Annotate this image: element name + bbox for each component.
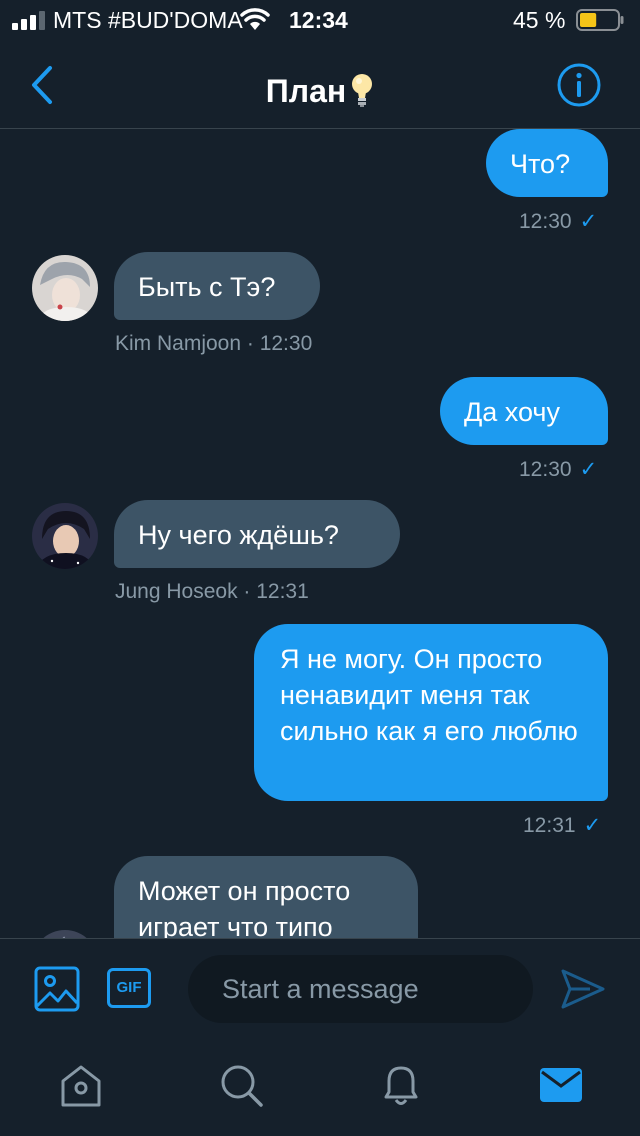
- carrier-name: MTS #BUD'DOMA: [53, 7, 243, 33]
- status-bar: MTS #BUD'DOMA 12:34 45 %: [0, 0, 640, 40]
- message-meta: 12:31 ✓: [523, 813, 601, 838]
- read-check-icon: ✓: [579, 458, 598, 481]
- battery-percentage: 45 %: [513, 7, 566, 33]
- tab-search[interactable]: [218, 1062, 264, 1108]
- add-gif-button[interactable]: GIF: [107, 968, 151, 1008]
- message-bubble-outgoing[interactable]: Я не могу. Он просто ненавидит меня так …: [254, 624, 608, 801]
- message-bubble-incoming[interactable]: Быть с Тэ?: [114, 252, 320, 320]
- lightbulb-icon: [352, 74, 373, 107]
- bell-icon: [384, 1066, 418, 1105]
- status-clock: 12:34: [289, 7, 348, 33]
- message-bubble-outgoing[interactable]: Да хочу: [440, 377, 608, 445]
- info-circle-icon: [557, 63, 601, 107]
- cellular-signal-icon: [12, 11, 45, 30]
- bottom-tab-bar: [0, 1038, 640, 1136]
- message-bubble-incoming[interactable]: Может он просто играет что типо: [114, 856, 418, 938]
- tab-notifications[interactable]: [378, 1062, 424, 1108]
- conversation-info-button[interactable]: [556, 62, 602, 108]
- read-check-icon: ✓: [579, 210, 598, 233]
- dm-conversation-screen: MTS #BUD'DOMA 12:34 45 % План Что? 12:30…: [0, 0, 640, 1136]
- message-input[interactable]: [188, 955, 533, 1023]
- wifi-icon: [240, 8, 270, 30]
- send-icon: [561, 969, 605, 1009]
- read-check-icon: ✓: [583, 814, 602, 837]
- message-meta: 12:30 ✓: [519, 457, 597, 482]
- send-button[interactable]: [560, 967, 606, 1011]
- mail-icon: [540, 1068, 582, 1102]
- message-time: 12:30: [519, 210, 572, 233]
- conversation-title: План: [0, 66, 640, 110]
- message-meta: 12:30 ✓: [519, 209, 597, 234]
- avatar[interactable]: [32, 930, 98, 938]
- message-sender-meta: Jung Hoseok · 12:31: [115, 580, 309, 603]
- image-icon: [34, 966, 80, 1012]
- avatar[interactable]: [32, 255, 98, 321]
- conversation-header: План: [0, 44, 640, 129]
- tab-home[interactable]: [58, 1062, 104, 1108]
- message-bubble-outgoing[interactable]: Что?: [486, 129, 608, 197]
- message-composer: GIF: [0, 938, 640, 1039]
- avatar[interactable]: [32, 503, 98, 569]
- add-image-button[interactable]: [34, 966, 80, 1012]
- message-time: 12:31: [523, 814, 576, 837]
- conversation-name: План: [265, 73, 347, 109]
- message-sender-meta: Kim Namjoon · 12:30: [115, 332, 313, 355]
- search-icon: [221, 1065, 263, 1107]
- message-bubble-incoming[interactable]: Ну чего ждёшь?: [114, 500, 400, 568]
- home-icon: [61, 1065, 101, 1107]
- tab-messages[interactable]: [538, 1062, 584, 1108]
- battery-icon: [576, 9, 624, 31]
- message-list[interactable]: Что? 12:30 ✓ Быть с Тэ? Kim Namjoon · 12:…: [0, 129, 640, 938]
- message-time: 12:30: [519, 458, 572, 481]
